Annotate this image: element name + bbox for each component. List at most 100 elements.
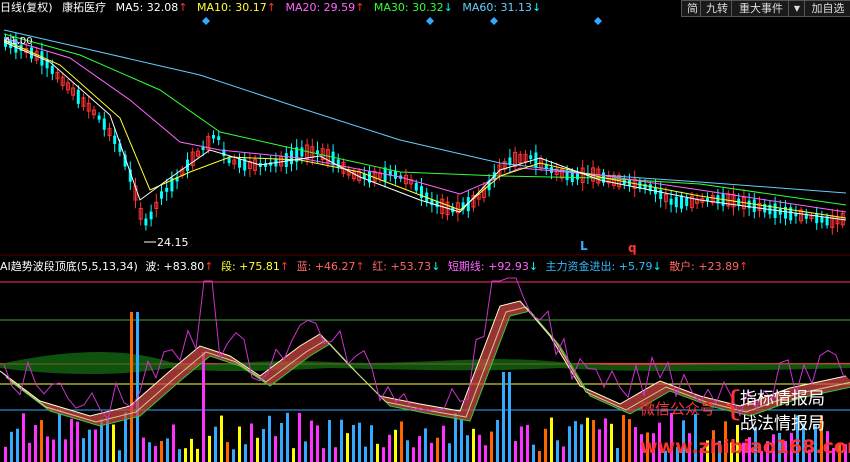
ma60-value: MA60: 31.13↓ — [462, 1, 542, 14]
volume-bar — [604, 418, 607, 462]
candle — [190, 147, 195, 170]
volume-bar — [22, 413, 25, 462]
candle-body — [674, 196, 678, 208]
volume-bar — [76, 421, 79, 462]
volume-bar — [514, 440, 517, 462]
volume-bar — [298, 412, 301, 462]
candle — [815, 206, 819, 230]
indicator-title[interactable]: AI趋势波段顶底(5,5,13,34) — [0, 260, 138, 273]
candle — [420, 178, 423, 206]
candle-body — [752, 199, 756, 212]
candle — [55, 68, 60, 83]
candle — [149, 204, 153, 227]
volume-bar — [58, 414, 61, 462]
candle — [685, 193, 689, 211]
candle — [144, 213, 148, 231]
candle-body — [149, 211, 153, 220]
volume-bar — [622, 415, 625, 462]
diamond-icon — [594, 17, 602, 25]
indicator-short-line: 短期线: +92.93↓ — [447, 260, 539, 273]
volume-bar — [412, 447, 415, 462]
candle — [471, 190, 476, 212]
volume-bar — [34, 425, 37, 462]
volume-bar — [442, 425, 445, 462]
volume-bar — [610, 423, 613, 462]
volume-bar — [268, 415, 271, 462]
candle — [60, 72, 65, 90]
candle — [180, 166, 185, 179]
candle — [502, 158, 507, 173]
volume-bar — [364, 446, 367, 462]
volume-bar — [136, 312, 139, 462]
candle-body — [576, 172, 579, 180]
candle-body — [50, 65, 54, 74]
candle — [238, 153, 241, 174]
volume-bar — [190, 438, 193, 462]
volume-bar — [286, 412, 289, 462]
volume-bar — [388, 434, 391, 462]
volume-bar — [196, 448, 199, 462]
volume-bar — [274, 436, 277, 462]
candle — [508, 148, 512, 174]
candle-body — [144, 218, 148, 226]
candle-body — [669, 198, 673, 205]
watermark-line1: 指标情报局 — [740, 389, 825, 409]
volume-bar — [88, 429, 91, 462]
volume-bar — [496, 419, 499, 462]
volume-bar — [562, 446, 565, 462]
price-panel[interactable]: 41.00 24.15 Lq 日线(复权) 康拓医疗 MA5: 32.08↑ MA1… — [0, 0, 850, 256]
volume-bar — [502, 372, 505, 462]
volume-bar — [328, 420, 331, 462]
volume-bar — [238, 426, 241, 462]
volume-bar — [538, 451, 541, 462]
candle — [580, 159, 585, 191]
ma30-value: MA30: 30.32↓ — [373, 1, 453, 14]
candle — [45, 51, 49, 78]
volume-bar — [436, 437, 439, 462]
candle — [513, 146, 518, 173]
volume-bar — [478, 434, 481, 462]
candle — [247, 152, 252, 178]
volume-bar — [166, 438, 169, 462]
candle — [388, 164, 392, 182]
volume-bar — [430, 442, 433, 462]
candle — [674, 191, 678, 213]
candle — [778, 200, 782, 224]
stock-name: 康拓医疗 — [62, 1, 107, 14]
volume-bar — [292, 448, 295, 462]
candle — [76, 85, 80, 109]
ma10-value: MA10: 30.17↑ — [197, 1, 276, 14]
candle-body — [160, 191, 163, 199]
volume-bar — [4, 446, 7, 462]
candle — [794, 205, 798, 224]
ma5-value: MA5: 32.08↑ — [115, 1, 188, 14]
volume-bar — [118, 450, 121, 462]
candle — [107, 122, 112, 142]
indicator-blue: 蓝: +46.27↑ — [296, 260, 365, 273]
candlestick-chart[interactable]: 41.00 24.15 Lq — [0, 0, 850, 256]
volume-bar — [550, 417, 553, 462]
volume-bar — [580, 424, 583, 462]
diamond-icon — [202, 17, 210, 25]
candle — [138, 202, 143, 226]
indicator-wave: 波: +83.80↑ — [145, 260, 214, 273]
candle-body — [643, 184, 647, 189]
candle — [611, 171, 616, 190]
volume-bar — [70, 418, 73, 462]
candle — [752, 192, 756, 219]
nine-turn-button[interactable]: 九转 — [700, 0, 734, 17]
volume-bar — [418, 436, 421, 462]
period-label[interactable]: 日线(复权) — [0, 1, 53, 14]
volume-bar — [322, 448, 325, 462]
candle-body — [529, 155, 533, 159]
candle-body — [778, 208, 782, 215]
volume-bar — [454, 413, 457, 462]
volume-bar — [406, 440, 409, 462]
add-watchlist-button[interactable]: 加自选 — [804, 0, 850, 17]
candle — [212, 130, 215, 144]
candle — [757, 196, 762, 218]
volume-bar — [310, 420, 313, 462]
volume-bar — [178, 449, 181, 462]
candle — [264, 158, 267, 172]
major-events-button[interactable]: 重大事件 — [731, 0, 791, 17]
